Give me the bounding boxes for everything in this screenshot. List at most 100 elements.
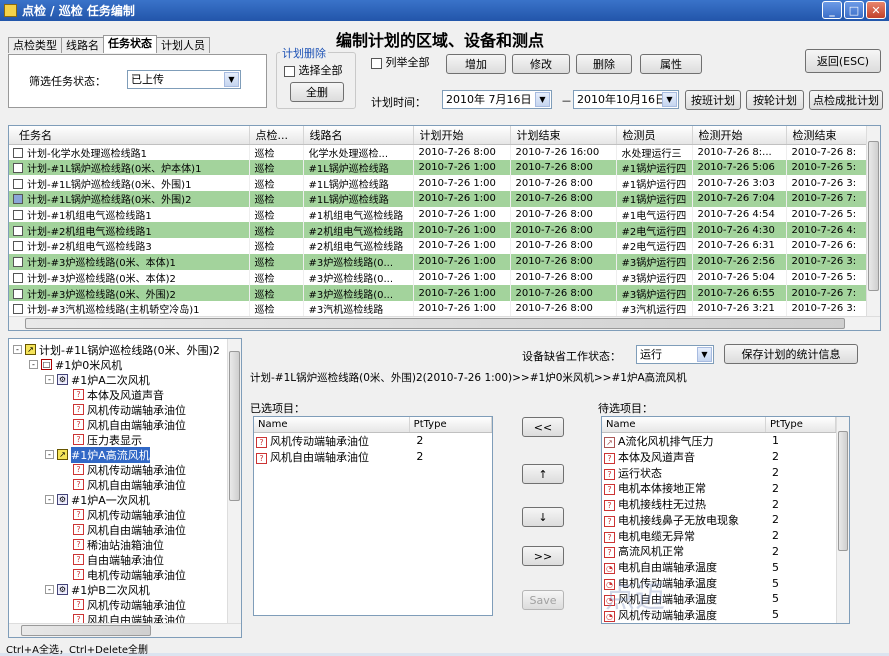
add-button[interactable]: 增加 [446, 54, 506, 74]
tree-node[interactable]: ? 稀油站油箱油位 [61, 537, 164, 552]
back-button[interactable]: 返回(ESC) [805, 49, 881, 73]
table-row[interactable]: 计划-#3汽机巡检线路(主机轿空冷岛)1 巡检 #3汽机巡检线路 2010-7-26 … [9, 300, 880, 317]
move-up-button[interactable]: ↑ [522, 464, 564, 484]
grid-col-header[interactable]: 计划结束 [510, 126, 617, 145]
tree-node[interactable]: ? 风机自由端轴承油位 [61, 417, 186, 432]
collapse-toggle-icon[interactable]: - [29, 360, 38, 369]
tab-check-type[interactable]: 点检类型 [8, 37, 62, 53]
table-row[interactable]: 计划-#3炉巡检线路(0米、外围)2 巡检 #3炉巡检线路(0... 2010-7-2… [9, 285, 880, 301]
row-checkbox[interactable] [13, 147, 23, 158]
row-checkbox[interactable] [13, 178, 23, 189]
list-item[interactable]: ? 电机本体接地正常 2 [602, 480, 849, 496]
tree-node[interactable]: ? 本体及风道声音 [61, 387, 164, 402]
table-row[interactable]: 计划-#1L锅炉巡检线路(0米、外围)1 巡检 #1L锅炉巡检线路 2010-7-26… [9, 175, 880, 192]
row-checkbox[interactable] [13, 304, 23, 315]
move-down-button[interactable]: ↓ [522, 507, 564, 527]
grid-scroll-thumb[interactable] [868, 141, 879, 291]
tree-node[interactable]: ? 风机传动端轴承油位 [61, 597, 186, 612]
row-checkbox[interactable] [13, 210, 23, 221]
plan-start-date[interactable]: 2010年 7月16日 ▼ [442, 90, 552, 109]
list-item[interactable]: ? 风机自由端轴承油位 2 [254, 449, 492, 465]
list-item[interactable]: ? 本体及风道声音 2 [602, 449, 849, 465]
table-row[interactable]: 计划-#1L锅炉巡检线路(0米、炉本体)1 巡检 #1L锅炉巡检线路 2010-7-2… [9, 159, 880, 176]
tab-route-name[interactable]: 线路名 [61, 37, 104, 53]
tree-node[interactable]: ? 风机传动端轴承油位 [61, 507, 186, 522]
grid-col-header[interactable]: 任务名 [9, 126, 250, 145]
properties-button[interactable]: 属性 [640, 54, 702, 74]
tree-node[interactable]: - ⚙ #1炉B二次风机 [45, 582, 150, 597]
tab-task-status[interactable]: 任务状态 [103, 35, 157, 53]
row-checkbox[interactable] [13, 163, 23, 174]
tree-node[interactable]: - □ #1炉0米风机 [29, 357, 122, 372]
list-item[interactable]: ? 高流风机正常 2 [602, 544, 849, 560]
tree-node[interactable]: - ↗ #1炉A高流风机 [45, 446, 150, 463]
candidate-scroll-thumb[interactable] [838, 431, 848, 551]
tree-node[interactable]: - ⚙ #1炉A二次风机 [45, 372, 150, 387]
delete-all-button[interactable]: 全删 [290, 82, 344, 102]
collapse-toggle-icon[interactable]: - [45, 585, 54, 594]
table-row[interactable]: 计划-#1机组电气巡检线路1 巡检 #1机组电气巡检线路 2010-7-26 1:00… [9, 206, 880, 223]
table-row[interactable]: 计划-#3炉巡检线路(0米、本体)1 巡检 #3炉巡检线路(0... 2010-7-2… [9, 253, 880, 270]
list-item[interactable]: ? 风机传动端轴承油位 2 [254, 433, 492, 449]
save-button[interactable]: Save [522, 590, 564, 610]
row-checkbox[interactable] [13, 225, 23, 236]
tree-node[interactable]: ? 风机传动端轴承油位 [61, 402, 186, 417]
tree-horizontal-scrollbar[interactable] [9, 623, 241, 637]
grid-vertical-scrollbar[interactable] [866, 126, 880, 318]
candidate-scrollbar[interactable] [836, 417, 849, 623]
table-row[interactable]: 计划-化学水处理巡检线路1 巡检 化学水处理巡检... 2010-7-26 8:00 2… [9, 144, 880, 160]
row-checkbox[interactable] [13, 288, 23, 299]
list-item[interactable]: ? 运行状态 2 [602, 465, 849, 481]
modify-button[interactable]: 修改 [512, 54, 570, 74]
delete-button[interactable]: 删除 [576, 54, 632, 74]
tree-node[interactable]: - ↗ 计划-#1L锅炉巡检线路(0米、外围)2 [13, 342, 220, 357]
minimize-button[interactable]: _ [822, 1, 842, 19]
row-checkbox[interactable] [13, 272, 23, 283]
grid-col-header[interactable]: 线路名 [303, 126, 414, 145]
tree-node[interactable]: ? 风机传动端轴承油位 [61, 462, 186, 477]
plan-end-date[interactable]: 2010年10月16日 ▼ [573, 90, 679, 109]
grid-col-header[interactable]: 检测开始 [692, 126, 787, 145]
tab-plan-staff[interactable]: 计划人员 [156, 37, 210, 53]
list-item[interactable]: ? 电机接线鼻子无放电现象 2 [602, 512, 849, 528]
table-row[interactable]: 计划-#3炉巡检线路(0米、本体)2 巡检 #3炉巡检线路(0... 2010-7-2… [9, 269, 880, 286]
list-item[interactable]: ↗ A流化风机排气压力 1 [602, 433, 849, 449]
tree-node[interactable]: - ⚙ #1炉A一次风机 [45, 492, 150, 507]
batch-plan-button[interactable]: 点检成批计划 [809, 90, 883, 110]
row-checkbox[interactable] [13, 257, 23, 268]
row-checkbox[interactable] [13, 241, 23, 252]
grid-col-header[interactable]: 计划开始 [413, 126, 511, 145]
collapse-toggle-icon[interactable]: - [45, 450, 54, 459]
by-shift-button[interactable]: 按班计划 [685, 90, 741, 110]
grid-horizontal-scrollbar[interactable] [9, 316, 880, 330]
tree-vertical-scrollbar[interactable] [227, 339, 241, 625]
maximize-button[interactable]: □ [844, 1, 864, 19]
row-checkbox[interactable] [13, 194, 23, 205]
tree-node[interactable]: ? 压力表显示 [61, 432, 142, 447]
move-right-button[interactable]: >> [522, 546, 564, 566]
select-all-checkbox[interactable]: 选择全部 [284, 62, 343, 78]
status-filter-select[interactable]: 已上传 ▼ [127, 70, 241, 89]
tree-scroll-thumb[interactable] [229, 351, 240, 501]
move-left-button[interactable]: << [522, 417, 564, 437]
selected-items-list[interactable]: Name PtType ? 风机传动端轴承油位 2? 风机自由端轴承油位 2 [253, 416, 493, 616]
grid-col-header[interactable]: 点检... [249, 126, 304, 145]
grid-hscroll-thumb[interactable] [25, 318, 845, 329]
tree-node[interactable]: ? 风机自由端轴承油位 [61, 522, 186, 537]
list-item[interactable]: ? 电机电缆无异常 2 [602, 528, 849, 544]
tree-node[interactable]: ? 风机自由端轴承油位 [61, 477, 186, 492]
tree-hscroll-thumb[interactable] [21, 625, 151, 636]
table-row[interactable]: 计划-#1L锅炉巡检线路(0米、外围)2 巡检 #1L锅炉巡检线路 2010-7-26… [9, 191, 880, 207]
collapse-toggle-icon[interactable]: - [13, 345, 22, 354]
by-rotation-button[interactable]: 按轮计划 [746, 90, 804, 110]
collapse-toggle-icon[interactable]: - [45, 495, 54, 504]
collapse-toggle-icon[interactable]: - [45, 375, 54, 384]
tree-node[interactable]: ? 自由端轴承油位 [61, 552, 164, 567]
save-stats-button[interactable]: 保存计划的统计信息 [724, 344, 858, 364]
close-button[interactable]: ✕ [866, 1, 886, 19]
table-row[interactable]: 计划-#2机组电气巡检线路3 巡检 #2机组电气巡检线路 2010-7-26 1:00… [9, 238, 880, 254]
list-item[interactable]: ? 电机接线柱无过热 2 [602, 496, 849, 512]
table-row[interactable]: 计划-#2机组电气巡检线路1 巡检 #2机组电气巡检线路 2010-7-26 1:00… [9, 222, 880, 239]
grid-col-header[interactable]: 检测员 [616, 126, 693, 145]
list-all-checkbox[interactable]: 列举全部 [371, 54, 430, 70]
